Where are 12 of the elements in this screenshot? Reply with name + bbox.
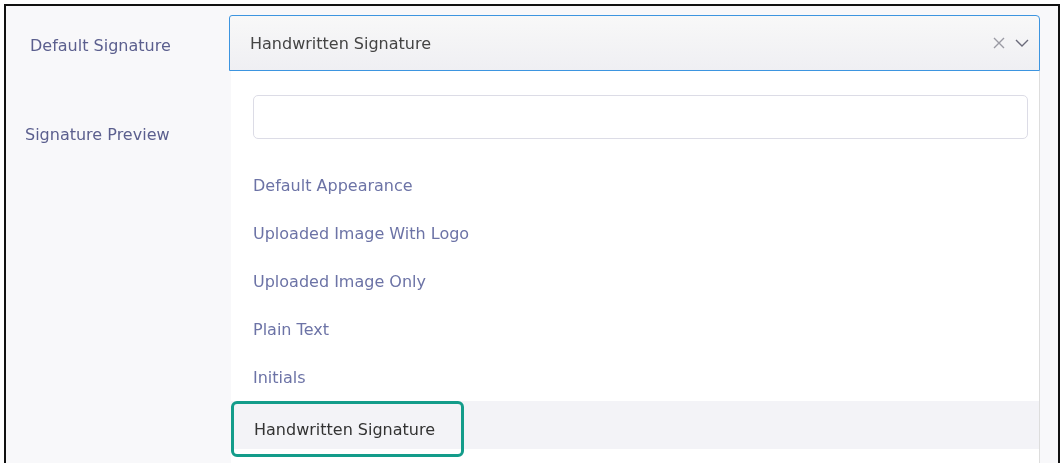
dropdown-option[interactable]: Uploaded Image With Logo [231,209,492,257]
dropdown-option[interactable]: Plain Text [231,305,351,353]
search-field[interactable] [253,95,1028,139]
signature-select[interactable]: Handwritten Signature [229,15,1040,71]
dropdown-option[interactable]: Handwritten Signature [231,401,465,457]
chevron-down-icon[interactable] [1015,39,1029,47]
dropdown-option[interactable]: Uploaded Image Only [231,257,448,305]
field-label: Default Signature [30,36,172,55]
clear-icon[interactable] [993,37,1005,49]
field-label: Signature Preview [25,125,171,144]
dropdown-option[interactable]: Initials [231,353,328,401]
dropdown-option[interactable]: Default Appearance [231,161,435,209]
